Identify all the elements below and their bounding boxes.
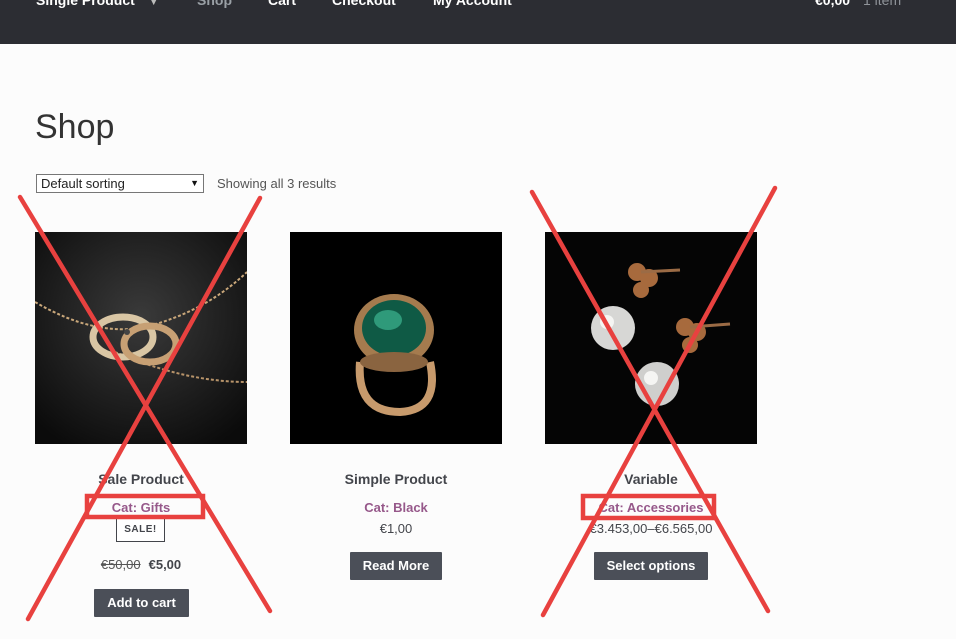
product-image-necklace[interactable] [35,232,247,444]
result-count: Showing all 3 results [217,176,337,191]
nav-checkout[interactable]: Checkout [332,0,396,9]
nav-single-product[interactable]: Single Product ▼ [36,0,159,12]
product-price: €1,00 [379,521,413,536]
product-image-ring[interactable] [290,232,502,444]
nav-my-account[interactable]: My Account [433,0,512,9]
product-category-link[interactable]: Cat: Gifts [35,500,247,516]
product-card-variable: Variable Cat: Accessories €3.453,00–€6.5… [545,232,757,580]
product-category-link[interactable]: Cat: Accessories [545,500,757,516]
site-header: Single Product ▼ Shop Cart Checkout My Ac… [0,0,956,44]
product-category-link[interactable]: Cat: Black [290,500,502,516]
nav-item-label: Single Product [36,0,135,8]
add-to-cart-button[interactable]: Add to cart [94,589,189,617]
triangle-down-icon: ▼ [190,178,199,188]
nav-shop[interactable]: Shop [197,0,232,9]
product-price: €50,00 €5,00 [35,557,247,573]
product-price-range: €3.453,00–€6.565,00 [589,521,713,536]
page-title: Shop [35,108,115,146]
header-cart-total[interactable]: €0,00 [815,0,850,9]
product-title[interactable]: Simple Product [290,470,502,488]
sale-badge: SALE! [116,518,165,542]
nav-cart[interactable]: Cart [268,0,296,9]
old-price: €50,00 [100,557,141,572]
product-title[interactable]: Sale Product [35,470,247,488]
chevron-down-icon: ▼ [148,0,159,8]
header-cart-count[interactable]: 1 item [863,0,901,9]
product-card-simple: Simple Product Cat: Black €1,00 Read Mor… [290,232,502,580]
select-options-button[interactable]: Select options [594,552,708,580]
product-image-earrings[interactable] [545,232,757,444]
product-title[interactable]: Variable [545,470,757,488]
sorting-select[interactable]: Default sorting ▼ [36,174,204,193]
product-card-sale: Sale Product Cat: Gifts SALE! €50,00 €5,0… [35,232,247,617]
sorting-selected-value: Default sorting [41,176,125,191]
read-more-button[interactable]: Read More [350,552,442,580]
sale-price: €5,00 [148,557,182,572]
